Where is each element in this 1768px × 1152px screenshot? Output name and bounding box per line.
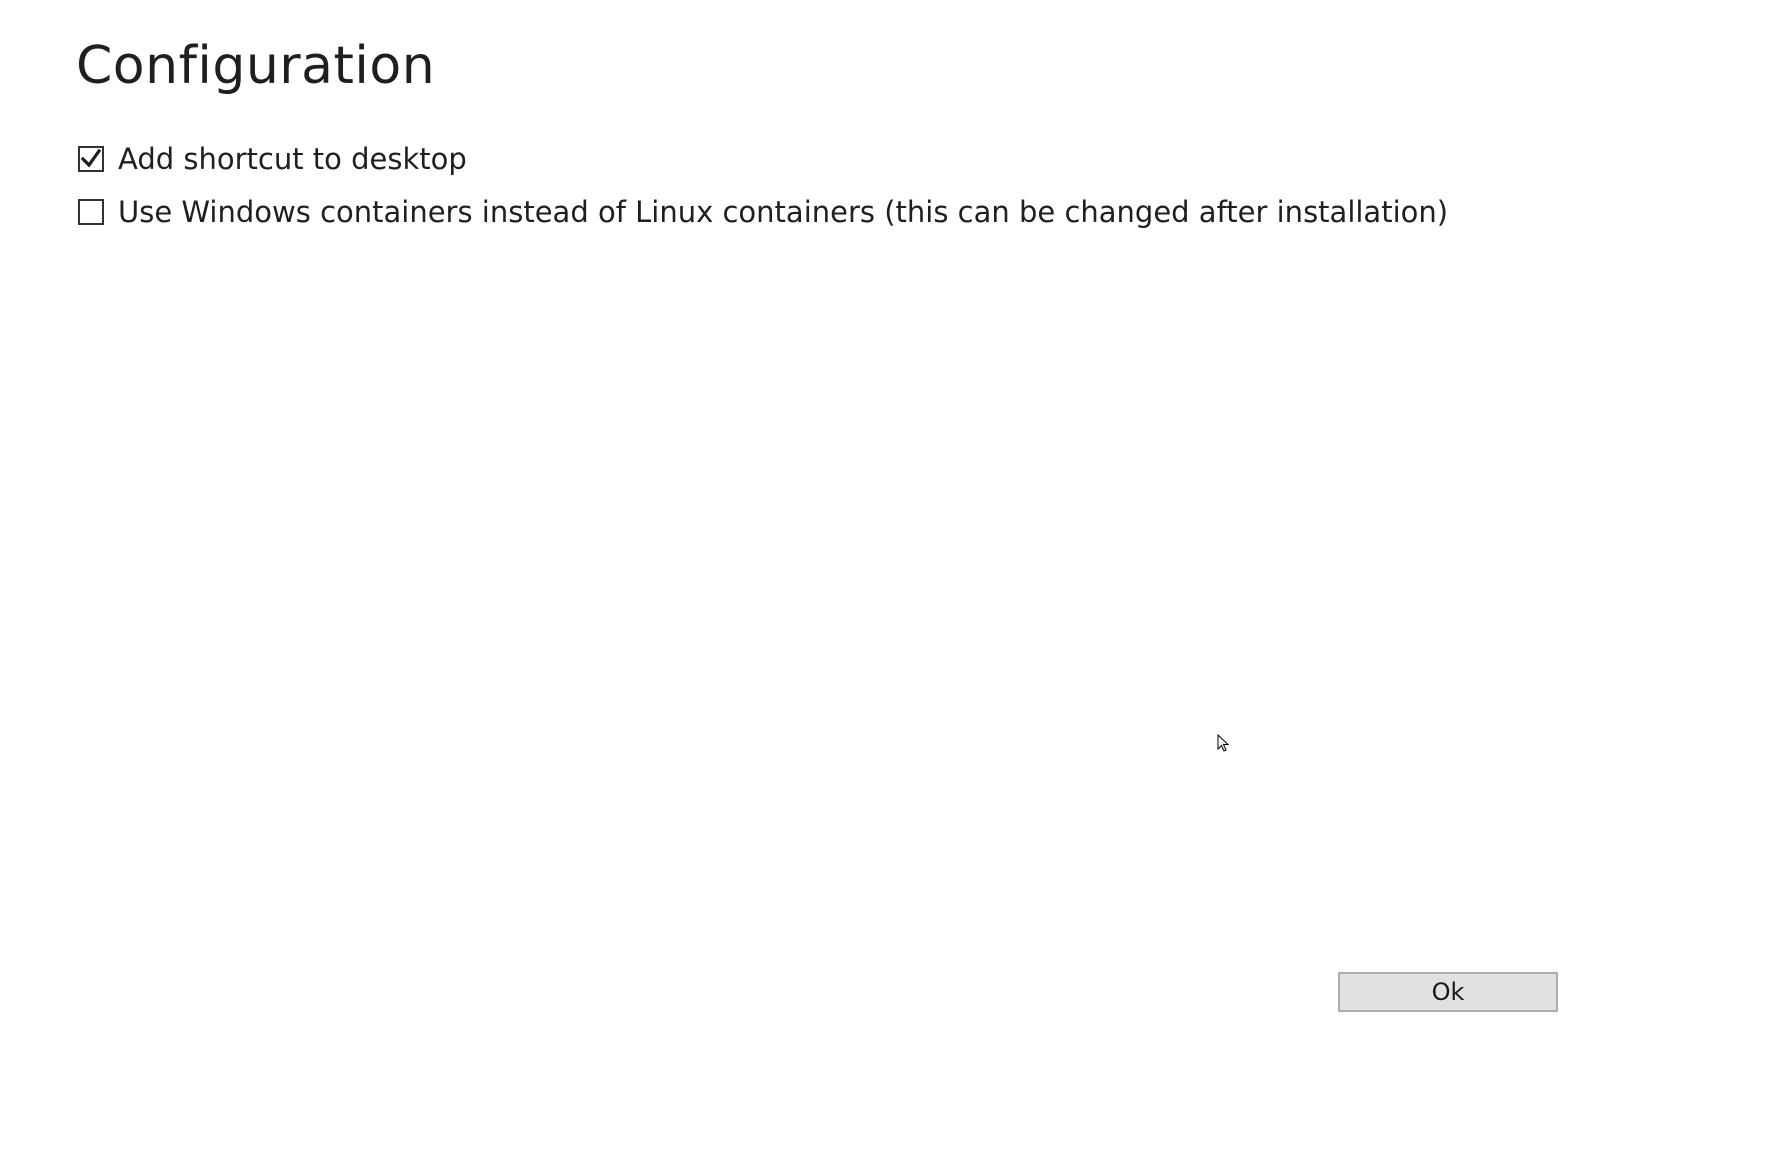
option-windows-containers[interactable]: Use Windows containers instead of Linux …: [78, 192, 1448, 232]
add-shortcut-checkbox[interactable]: [78, 146, 104, 172]
ok-button[interactable]: Ok: [1338, 972, 1558, 1012]
option-add-shortcut[interactable]: Add shortcut to desktop: [78, 139, 467, 179]
windows-containers-checkbox[interactable]: [78, 199, 104, 225]
mouse-pointer-icon: [1217, 733, 1231, 758]
page-title: Configuration: [76, 36, 436, 96]
windows-containers-label: Use Windows containers instead of Linux …: [118, 195, 1449, 229]
add-shortcut-label: Add shortcut to desktop: [118, 142, 467, 176]
checkmark-icon: [80, 148, 102, 168]
